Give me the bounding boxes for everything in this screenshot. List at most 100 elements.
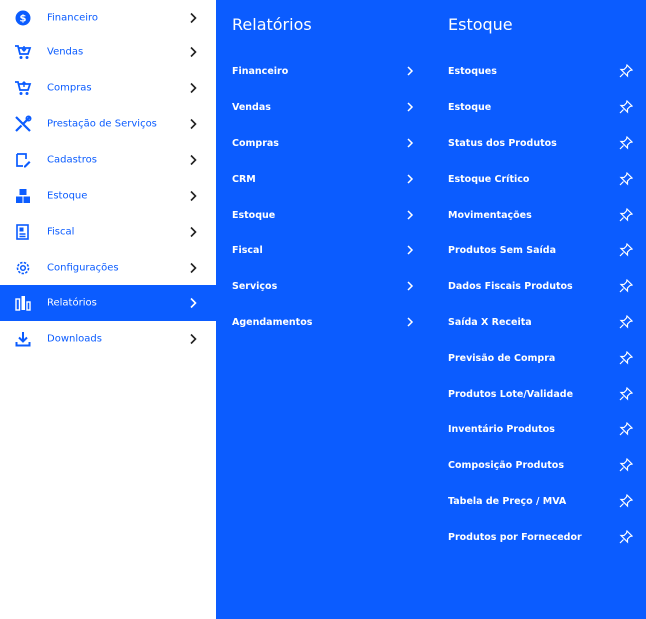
- sidebar-item-prestacao-servicos[interactable]: Prestação de Serviços: [0, 106, 216, 142]
- stock-item-label: Produtos Sem Saída: [448, 244, 556, 256]
- sidebar-item-configuracoes[interactable]: Configurações: [0, 250, 216, 286]
- stock-column-title: Estoque: [448, 15, 513, 34]
- sidebar-item-label: Configurações: [47, 262, 119, 274]
- report-item-compras[interactable]: Compras: [232, 133, 417, 153]
- report-item-vendas[interactable]: Vendas: [232, 97, 417, 117]
- stock-item-label: Saída X Receita: [448, 316, 532, 328]
- report-item-servicos[interactable]: Serviços: [232, 276, 417, 296]
- chevron-right-icon: [407, 102, 414, 112]
- stock-item-label: Composição Produtos: [448, 459, 564, 471]
- sidebar-item-label: Downloads: [47, 333, 102, 345]
- sidebar-item-label: Relatórios: [47, 297, 97, 309]
- pin-icon[interactable]: [619, 208, 633, 222]
- pin-icon[interactable]: [619, 64, 633, 78]
- pin-icon[interactable]: [619, 387, 633, 401]
- report-item-label: CRM: [232, 173, 256, 185]
- sidebar-item-label: Financeiro: [47, 12, 99, 24]
- sidebar-item-downloads[interactable]: Downloads: [0, 321, 216, 357]
- sidebar-item-cadastros[interactable]: Cadastros: [0, 142, 216, 178]
- stock-item-inventario-produtos[interactable]: Inventário Produtos: [448, 419, 638, 439]
- sidebar-item-label: Estoque: [47, 190, 88, 202]
- tools-icon: [14, 115, 32, 133]
- sidebar-item-relatorios[interactable]: Relatórios: [0, 285, 216, 321]
- pin-icon[interactable]: [619, 315, 633, 329]
- pin-icon[interactable]: [619, 530, 633, 544]
- chevron-right-icon: [190, 333, 197, 345]
- chevron-right-icon: [190, 118, 197, 130]
- stock-item-produtos-sem-saida[interactable]: Produtos Sem Saída: [448, 240, 638, 260]
- report-item-crm[interactable]: CRM: [232, 169, 417, 189]
- stock-item-tabela-preco-mva[interactable]: Tabela de Preço / MVA: [448, 491, 638, 511]
- report-item-financeiro[interactable]: Financeiro: [232, 61, 417, 81]
- stock-item-saida-x-receita[interactable]: Saída X Receita: [448, 312, 638, 332]
- stock-item-movimentacoes[interactable]: Movimentações: [448, 205, 638, 225]
- svg-text:$: $: [20, 14, 27, 25]
- sidebar-item-label: Compras: [47, 82, 92, 94]
- stock-item-dados-fiscais-produtos[interactable]: Dados Fiscais Produtos: [448, 276, 638, 296]
- cart-add-icon: [14, 79, 32, 97]
- chevron-right-icon: [190, 46, 197, 58]
- chevron-right-icon: [407, 317, 414, 327]
- sidebar-item-financeiro[interactable]: $ Financeiro: [0, 0, 216, 36]
- sidebar-item-label: Fiscal: [47, 226, 75, 238]
- stock-item-label: Estoque Crítico: [448, 173, 530, 185]
- pin-icon[interactable]: [619, 243, 633, 257]
- stock-item-estoque[interactable]: Estoque: [448, 97, 638, 117]
- pin-icon[interactable]: [619, 351, 633, 365]
- chevron-right-icon: [407, 138, 414, 148]
- report-item-estoque[interactable]: Estoque: [232, 205, 417, 225]
- report-item-fiscal[interactable]: Fiscal: [232, 240, 417, 260]
- stock-item-produtos-por-fornecedor[interactable]: Produtos por Fornecedor: [448, 527, 638, 547]
- report-item-label: Serviços: [232, 280, 278, 292]
- report-item-label: Agendamentos: [232, 316, 313, 328]
- dollar-circle-icon: $: [14, 9, 32, 27]
- stock-item-estoques[interactable]: Estoques: [448, 61, 638, 81]
- stock-item-label: Inventário Produtos: [448, 423, 555, 435]
- boxes-icon: [14, 187, 32, 205]
- stock-item-label: Produtos Lote/Validade: [448, 388, 574, 400]
- submenu-panel: Relatórios Estoque Financeiro Vendas Com…: [216, 0, 646, 619]
- report-item-label: Vendas: [232, 101, 271, 113]
- chevron-right-icon: [190, 226, 197, 238]
- pin-icon[interactable]: [619, 458, 633, 472]
- reports-column-title: Relatórios: [232, 15, 312, 34]
- report-item-label: Financeiro: [232, 65, 289, 77]
- stock-item-status-produtos[interactable]: Status dos Produtos: [448, 133, 638, 153]
- sidebar-item-compras[interactable]: Compras: [0, 70, 216, 106]
- pin-icon[interactable]: [619, 172, 633, 186]
- stock-item-label: Previsão de Compra: [448, 352, 556, 364]
- chevron-right-icon: [190, 82, 197, 94]
- chevron-right-icon: [190, 154, 197, 166]
- report-item-label: Compras: [232, 137, 279, 149]
- sidebar: $ Financeiro Vendas Compras Prestação de…: [0, 0, 216, 619]
- gear-icon: [14, 259, 32, 277]
- chevron-right-icon: [190, 12, 197, 24]
- stock-item-estoque-critico[interactable]: Estoque Crítico: [448, 169, 638, 189]
- stock-item-label: Tabela de Preço / MVA: [448, 495, 567, 507]
- sidebar-item-estoque[interactable]: Estoque: [0, 178, 216, 214]
- report-item-label: Estoque: [232, 209, 276, 221]
- stock-item-label: Estoques: [448, 65, 497, 77]
- chevron-right-icon: [407, 210, 414, 220]
- report-item-label: Fiscal: [232, 244, 263, 256]
- stock-item-label: Estoque: [448, 101, 492, 113]
- edit-note-icon: [14, 151, 32, 169]
- pin-icon[interactable]: [619, 422, 633, 436]
- pin-icon[interactable]: [619, 279, 633, 293]
- pin-icon[interactable]: [619, 494, 633, 508]
- chevron-right-icon: [407, 66, 414, 76]
- sidebar-item-fiscal[interactable]: Fiscal: [0, 214, 216, 250]
- stock-item-previsao-compra[interactable]: Previsão de Compra: [448, 348, 638, 368]
- chevron-right-icon: [190, 190, 197, 202]
- receipt-icon: [14, 223, 32, 241]
- sidebar-item-label: Prestação de Serviços: [47, 118, 157, 130]
- sidebar-item-vendas[interactable]: Vendas: [0, 34, 216, 70]
- report-item-agendamentos[interactable]: Agendamentos: [232, 312, 417, 332]
- stock-item-produtos-lote-validade[interactable]: Produtos Lote/Validade: [448, 384, 638, 404]
- pin-icon[interactable]: [619, 100, 633, 114]
- stock-item-label: Movimentações: [448, 209, 532, 221]
- chevron-right-icon: [407, 281, 414, 291]
- stock-item-composicao-produtos[interactable]: Composição Produtos: [448, 455, 638, 475]
- stock-item-label: Dados Fiscais Produtos: [448, 280, 573, 292]
- pin-icon[interactable]: [619, 136, 633, 150]
